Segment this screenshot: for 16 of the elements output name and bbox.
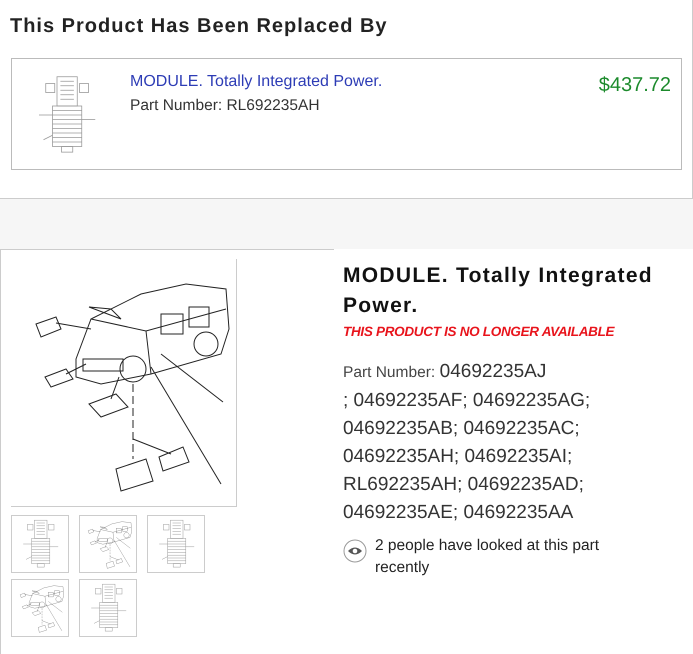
thumbnail[interactable] [147, 515, 205, 573]
section-heading: This Product Has Been Replaced By [10, 14, 389, 38]
thumbnail[interactable] [11, 515, 69, 573]
availability-notice: THIS PRODUCT IS NO LONGER AVAILABLE [343, 323, 616, 341]
part-number: Part Number: RL692235AH [130, 96, 321, 116]
part-number-label: Part Number: [343, 364, 436, 382]
part-number-list: ; 04692235AF; 04692235AG; 04692235AB; 04692235AC; 04692235AH; 04692235AI; RL692235AH; 04692235AD; 04692235AE; 04692235AA [343, 386, 618, 527]
product-link[interactable]: MODULE. Totally Integrated Power. [130, 73, 382, 90]
thumbnail[interactable] [79, 515, 137, 573]
view-count: 2 people have looked at this part recently [375, 536, 600, 578]
thumbnail[interactable] [79, 579, 137, 637]
price: $437.72 [598, 73, 671, 98]
part-number-value: 04692235AJ [440, 361, 546, 382]
eye-icon [343, 538, 367, 563]
product-title: MODULE. Totally Integrated Power. [343, 263, 654, 319]
thumbnail[interactable] [11, 579, 69, 637]
